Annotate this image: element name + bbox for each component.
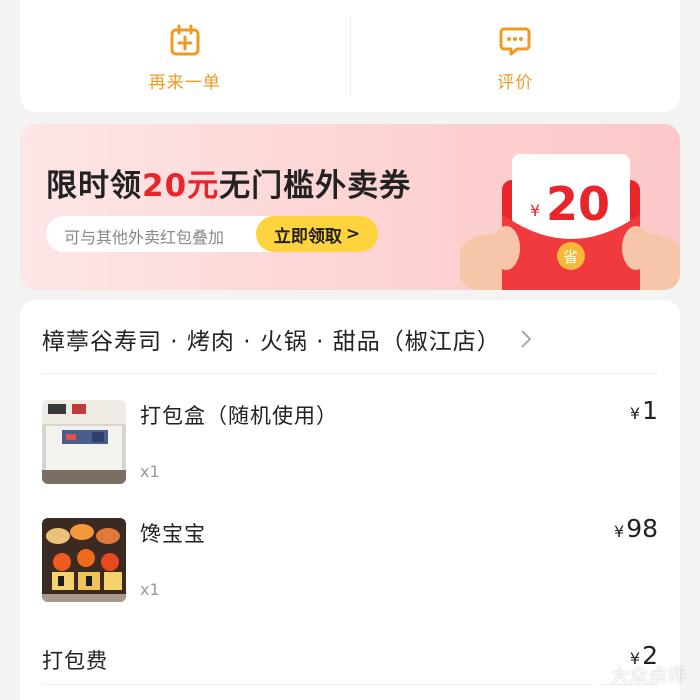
review-button[interactable]: 评价 (349, 16, 681, 96)
chevron-right-icon (521, 329, 532, 348)
item-name: 打包盒（随机使用） (140, 404, 338, 428)
item-price-currency: ¥ (614, 522, 625, 541)
banner-title: 限时领20元无门槛外卖券 (46, 160, 411, 205)
packing-fee-row: 打包费 ¥2 (42, 641, 658, 685)
shop-name: 樟葶谷寿司 · 烤肉 · 火锅 · 甜品（椒江店） (42, 328, 501, 355)
banner-subtitle: 可与其他外卖红包叠加 (64, 228, 225, 247)
item-thumbnail-sushi (42, 518, 126, 602)
packing-fee-label: 打包费 (42, 649, 108, 673)
banner-title-prefix: 限时领 (46, 168, 142, 204)
envelope-seal: 省 (563, 248, 578, 266)
envelope-currency: ¥ (530, 201, 540, 220)
chevron-right-icon: > (345, 224, 361, 244)
red-envelope-icon: ¥ 20 省 (460, 154, 680, 290)
item-quantity: x1 (140, 462, 160, 481)
banner-pill: 可与其他外卖红包叠加 立即领取 > (46, 216, 378, 252)
order-actions-card: 再来一单 评价 (20, 0, 680, 112)
reorder-label: 再来一单 (148, 72, 221, 93)
claim-now-button[interactable]: 立即领取 > (256, 216, 378, 252)
review-label: 评价 (497, 72, 534, 93)
item-price: ¥1 (630, 396, 658, 425)
item-quantity: x1 (140, 580, 160, 599)
item-price-value: 1 (642, 396, 658, 425)
shop-link[interactable]: 樟葶谷寿司 · 烤肉 · 火锅 · 甜品（椒江店） (42, 320, 658, 374)
calendar-plus-icon (170, 24, 200, 55)
item-name: 馋宝宝 (140, 522, 206, 546)
reorder-button[interactable]: 再来一单 (20, 0, 350, 112)
chat-bubble-icon (499, 27, 531, 55)
watermark-text: 大众点评 (609, 665, 686, 687)
coupon-promo-banner[interactable]: 限时领20元无门槛外卖券 可与其他外卖红包叠加 立即领取 > ¥ 20 省 (20, 124, 680, 290)
item-thumbnail-packing-box (42, 400, 126, 484)
order-detail-card: 樟葶谷寿司 · 烤肉 · 火锅 · 甜品（椒江店） 打包盒（随机使用） x1 ¥… (20, 300, 680, 700)
order-item[interactable]: 馋宝宝 x1 ¥98 (42, 514, 658, 602)
item-price-value: 98 (626, 514, 658, 543)
item-price-currency: ¥ (629, 404, 641, 423)
envelope-value: 20 (546, 177, 610, 231)
banner-title-suffix: 无门槛外卖券 (219, 168, 412, 204)
claim-now-label: 立即领取 (273, 226, 342, 247)
banner-title-amount: 20元 (142, 168, 220, 204)
order-item[interactable]: 打包盒（随机使用） x1 ¥1 (42, 396, 658, 484)
dianping-watermark: 大众点评 (584, 661, 686, 688)
dianping-logo-icon (584, 664, 605, 685)
item-price: ¥98 (614, 514, 658, 543)
